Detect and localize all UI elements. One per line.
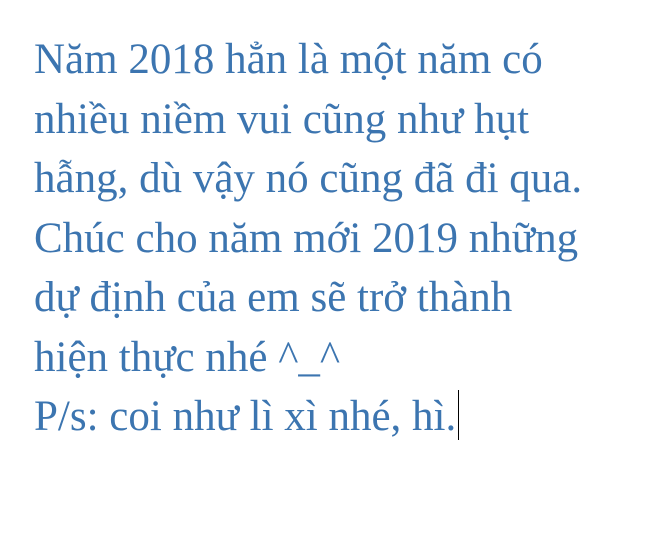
text-line: Năm 2018 hẳn là một năm có xyxy=(34,36,543,83)
text-line: dự định của em sẽ trở thành xyxy=(34,274,513,321)
postscript-line: P/s: coi như lì xì nhé, hì. xyxy=(34,387,654,447)
paragraph-main: Năm 2018 hẳn là một năm có nhiều niềm vu… xyxy=(34,30,654,387)
text-cursor xyxy=(458,390,460,440)
text-line: nhiều niềm vui cũng như hụt xyxy=(34,95,530,143)
text-line: hiện thực nhé ^_^ xyxy=(34,333,341,381)
paragraph-postscript: P/s: coi như lì xì nhé, hì. xyxy=(34,387,654,447)
postscript-text: P/s: coi như lì xì nhé, hì. xyxy=(34,393,457,440)
text-line: hẫng, dù vậy nó cũng đã đi qua. xyxy=(34,155,583,202)
text-line: Chúc cho năm mới 2019 những xyxy=(34,214,579,262)
document-body[interactable]: Năm 2018 hẳn là một năm có nhiều niềm vu… xyxy=(34,30,654,447)
